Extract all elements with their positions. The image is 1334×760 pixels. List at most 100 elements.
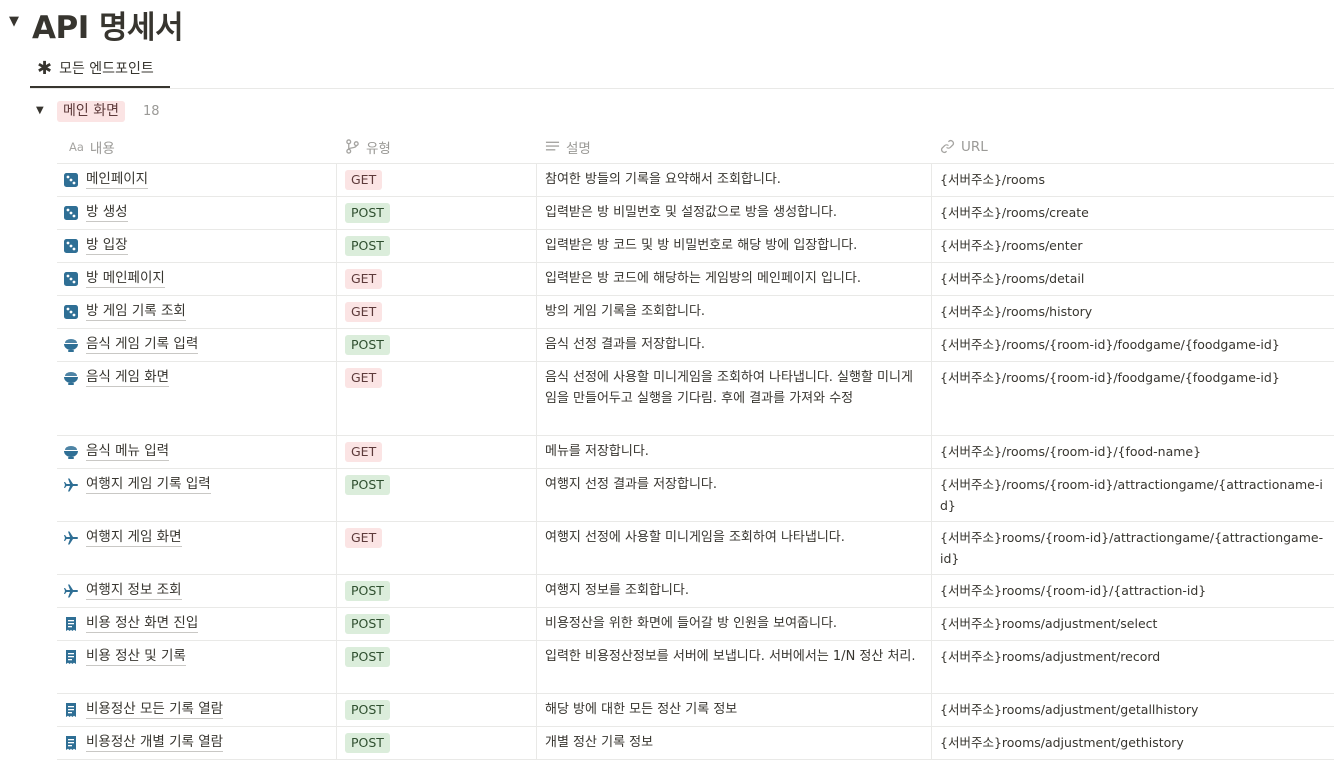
table-row[interactable]: 비용정산 개별 기록 열람 POST 개별 정산 기록 정보 {서버주소}rooms/… [57, 726, 1334, 760]
description-cell[interactable]: 개별 정산 기록 정보 [537, 726, 932, 759]
row-title[interactable]: 여행지 게임 화면 [86, 528, 182, 547]
url-cell[interactable]: {서버주소}rooms/adjustment/gethistory [932, 726, 1334, 759]
description-cell[interactable]: 음식 선정 결과를 저장합니다. [537, 328, 932, 361]
url-cell[interactable]: {서버주소}/rooms/{room-id}/attractiongame/{a… [932, 468, 1334, 521]
name-cell[interactable]: 여행지 게임 화면 [57, 521, 337, 574]
name-cell[interactable]: 음식 게임 화면 [57, 361, 337, 435]
name-cell[interactable]: 음식 게임 기록 입력 [57, 328, 337, 361]
page-title[interactable]: API 명세서 [32, 2, 184, 47]
table-row[interactable]: 방 생성 POST 입력받은 방 비밀번호 및 설정값으로 방을 생성합니다. {서버… [57, 196, 1334, 230]
description-cell[interactable]: 입력받은 방 코드에 해당하는 게임방의 메인페이지 입니다. [537, 262, 932, 295]
row-title[interactable]: 방 생성 [86, 203, 128, 222]
type-cell[interactable]: POST [337, 468, 537, 521]
name-cell[interactable]: 비용정산 모든 기록 열람 [57, 693, 337, 726]
row-title[interactable]: 방 입장 [86, 236, 128, 255]
description-cell[interactable]: 메뉴를 저장합니다. [537, 435, 932, 468]
table-row[interactable]: 음식 게임 기록 입력 POST 음식 선정 결과를 저장합니다. {서버주소}/ro… [57, 328, 1334, 362]
row-title[interactable]: 음식 게임 기록 입력 [86, 335, 199, 354]
table-row[interactable]: 방 메인페이지 GET 입력받은 방 코드에 해당하는 게임방의 메인페이지 입니다… [57, 262, 1334, 296]
name-cell[interactable]: 메인페이지 [57, 163, 337, 196]
url-cell[interactable]: {서버주소}rooms/adjustment/select [932, 607, 1334, 640]
name-cell[interactable]: 방 메인페이지 [57, 262, 337, 295]
row-title[interactable]: 비용 정산 화면 진입 [86, 614, 199, 633]
name-cell[interactable]: 여행지 정보 조회 [57, 574, 337, 607]
description-cell[interactable]: 입력받은 방 비밀번호 및 설정값으로 방을 생성합니다. [537, 196, 932, 229]
name-cell[interactable]: 방 생성 [57, 196, 337, 229]
column-header-url[interactable]: URL [940, 130, 988, 163]
url-cell[interactable]: {서버주소}/rooms/{room-id}/{food-name} [932, 435, 1334, 468]
column-header-type[interactable]: 유형 [345, 130, 391, 163]
table-row[interactable]: 여행지 게임 기록 입력 POST 여행지 선정 결과를 저장합니다. {서버주소}/… [57, 468, 1334, 522]
table-row[interactable]: 여행지 게임 화면 GET 여행지 선정에 사용할 미니게임을 조회하여 나타냅니다… [57, 521, 1334, 575]
type-cell[interactable]: POST [337, 693, 537, 726]
group-tag[interactable]: 메인 화면 [57, 101, 125, 122]
url-cell[interactable]: {서버주소}rooms/{room-id}/{attraction-id} [932, 574, 1334, 607]
name-cell[interactable]: 비용 정산 화면 진입 [57, 607, 337, 640]
url-cell[interactable]: {서버주소}rooms/{room-id}/attractiongame/{at… [932, 521, 1334, 574]
table-row[interactable]: 비용 정산 화면 진입 POST 비용정산을 위한 화면에 들어갈 방 인원을 보여… [57, 607, 1334, 641]
row-title[interactable]: 비용정산 모든 기록 열람 [86, 700, 224, 719]
row-title[interactable]: 비용 정산 및 기록 [86, 647, 186, 666]
row-title[interactable]: 여행지 게임 기록 입력 [86, 475, 211, 494]
name-cell[interactable]: 방 게임 기록 조회 [57, 295, 337, 328]
table-row[interactable]: 메인페이지 GET 참여한 방들의 기록을 요약해서 조회합니다. {서버주소}/ro… [57, 163, 1334, 197]
row-title[interactable]: 방 메인페이지 [86, 269, 165, 288]
url-cell[interactable]: {서버주소}/rooms [932, 163, 1334, 196]
table-row[interactable]: 음식 메뉴 입력 GET 메뉴를 저장합니다. {서버주소}/rooms/{room-… [57, 435, 1334, 469]
row-title[interactable]: 여행지 정보 조회 [86, 581, 182, 600]
name-cell[interactable]: 비용 정산 및 기록 [57, 640, 337, 693]
url-cell[interactable]: {서버주소}rooms/adjustment/getallhistory [932, 693, 1334, 726]
description-cell[interactable]: 여행지 정보를 조회합니다. [537, 574, 932, 607]
toggle-triangle-icon[interactable]: ▼ [9, 14, 19, 29]
column-header-desc[interactable]: 설명 [545, 130, 591, 163]
tab-all-endpoints[interactable]: ✱ 모든 엔드포인트 [30, 50, 170, 88]
type-cell[interactable]: GET [337, 262, 537, 295]
table-row[interactable]: 여행지 정보 조회 POST 여행지 정보를 조회합니다. {서버주소}rooms/{… [57, 574, 1334, 608]
description-cell[interactable]: 여행지 선정에 사용할 미니게임을 조회하여 나타냅니다. [537, 521, 932, 574]
url-cell[interactable]: {서버주소}/rooms/enter [932, 229, 1334, 262]
type-cell[interactable]: GET [337, 361, 537, 435]
url-cell[interactable]: {서버주소}/rooms/detail [932, 262, 1334, 295]
description-cell[interactable]: 해당 방에 대한 모든 정산 기록 정보 [537, 693, 932, 726]
url-cell[interactable]: {서버주소}/rooms/history [932, 295, 1334, 328]
table-row[interactable]: 음식 게임 화면 GET 음식 선정에 사용할 미니게임을 조회하여 나타냅니다. … [57, 361, 1334, 436]
table-row[interactable]: 비용정산 모든 기록 열람 POST 해당 방에 대한 모든 정산 기록 정보 {서버… [57, 693, 1334, 727]
table-row[interactable]: 비용 정산 및 기록 POST 입력한 비용정산정보를 서버에 보냅니다. 서버에서… [57, 640, 1334, 694]
description-cell[interactable]: 여행지 선정 결과를 저장합니다. [537, 468, 932, 521]
description-cell[interactable]: 방의 게임 기록을 조회합니다. [537, 295, 932, 328]
description-cell[interactable]: 입력한 비용정산정보를 서버에 보냅니다. 서버에서는 1/N 정산 처리. [537, 640, 932, 693]
description-cell[interactable]: 입력받은 방 코드 및 방 비밀번호로 해당 방에 입장합니다. [537, 229, 932, 262]
row-title[interactable]: 음식 게임 화면 [86, 368, 170, 387]
group-toggle-icon[interactable]: ▼ [36, 105, 44, 116]
type-cell[interactable]: GET [337, 435, 537, 468]
type-cell[interactable]: POST [337, 640, 537, 693]
type-cell[interactable]: GET [337, 295, 537, 328]
method-badge: GET [345, 269, 383, 289]
row-title[interactable]: 비용정산 개별 기록 열람 [86, 733, 224, 752]
type-cell[interactable]: POST [337, 196, 537, 229]
description-cell[interactable]: 비용정산을 위한 화면에 들어갈 방 인원을 보여줍니다. [537, 607, 932, 640]
type-cell[interactable]: GET [337, 163, 537, 196]
url-cell[interactable]: {서버주소}/rooms/{room-id}/foodgame/{foodgam… [932, 328, 1334, 361]
name-cell[interactable]: 음식 메뉴 입력 [57, 435, 337, 468]
column-header-name[interactable]: Aa 내용 [69, 130, 115, 163]
url-cell[interactable]: {서버주소}rooms/adjustment/record [932, 640, 1334, 693]
name-cell[interactable]: 여행지 게임 기록 입력 [57, 468, 337, 521]
description-cell[interactable]: 음식 선정에 사용할 미니게임을 조회하여 나타냅니다. 실행할 미니게임을 만… [537, 361, 932, 435]
name-cell[interactable]: 방 입장 [57, 229, 337, 262]
row-title[interactable]: 메인페이지 [86, 170, 149, 189]
type-cell[interactable]: POST [337, 574, 537, 607]
url-cell[interactable]: {서버주소}/rooms/{room-id}/foodgame/{foodgam… [932, 361, 1334, 435]
name-cell[interactable]: 비용정산 개별 기록 열람 [57, 726, 337, 759]
row-title[interactable]: 방 게임 기록 조회 [86, 302, 186, 321]
type-cell[interactable]: GET [337, 521, 537, 574]
table-row[interactable]: 방 입장 POST 입력받은 방 코드 및 방 비밀번호로 해당 방에 입장합니다.… [57, 229, 1334, 263]
type-cell[interactable]: POST [337, 328, 537, 361]
row-title[interactable]: 음식 메뉴 입력 [86, 442, 170, 461]
url-cell[interactable]: {서버주소}/rooms/create [932, 196, 1334, 229]
type-cell[interactable]: POST [337, 607, 537, 640]
description-cell[interactable]: 참여한 방들의 기록을 요약해서 조회합니다. [537, 163, 932, 196]
type-cell[interactable]: POST [337, 229, 537, 262]
type-cell[interactable]: POST [337, 726, 537, 759]
table-row[interactable]: 방 게임 기록 조회 GET 방의 게임 기록을 조회합니다. {서버주소}/room… [57, 295, 1334, 329]
